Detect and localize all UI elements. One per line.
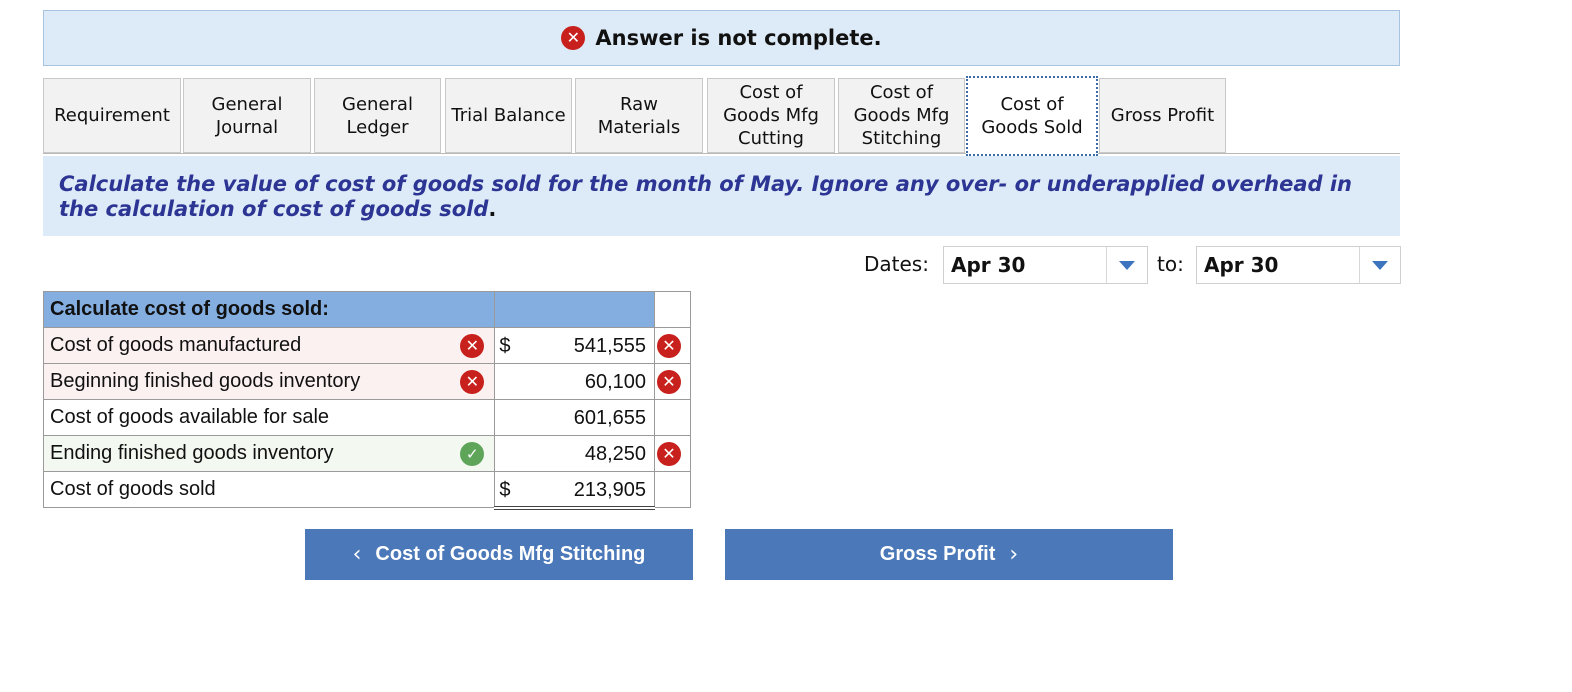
prev-tab-button[interactable]: ‹ Cost of Goods Mfg Stitching <box>305 529 693 580</box>
answer-status-banner: ✕ Answer is not complete. <box>43 10 1400 66</box>
tab-trial-balance[interactable]: Trial Balance <box>445 78 572 153</box>
next-tab-button[interactable]: Gross Profit › <box>725 529 1173 580</box>
amount-value: 60,100 <box>584 371 646 393</box>
tab-gross-profit[interactable]: Gross Profit <box>1099 78 1226 153</box>
row-label-input[interactable]: Cost of goods manufactured ✕ <box>42 327 496 364</box>
amount-input[interactable]: 48,250 <box>494 435 655 472</box>
banner-message: Answer is not complete. <box>595 26 882 50</box>
table-row: Ending finished goods inventory ✓ 48,250… <box>42 435 691 472</box>
tab-cost-of-goods-mfg-cutting[interactable]: Cost of Goods Mfg Cutting <box>707 78 835 153</box>
date-from-select[interactable]: Apr 30 <box>943 246 1148 284</box>
amount-input[interactable]: 60,100 <box>494 363 655 400</box>
date-to-value: Apr 30 <box>1204 253 1279 277</box>
row-label: Cost of goods available for sale <box>50 406 330 428</box>
amount-cell: 601,655 <box>494 399 655 436</box>
table-row: Cost of goods manufactured ✕ $ 541,555 ✕ <box>42 327 691 364</box>
instructions-period: . <box>488 197 497 221</box>
currency-symbol: $ <box>499 479 511 501</box>
prev-tab-label: Cost of Goods Mfg Stitching <box>375 543 646 565</box>
tab-raw-materials[interactable]: Raw Materials <box>575 78 703 153</box>
table-row: Beginning finished goods inventory ✕ 60,… <box>42 363 691 400</box>
chevron-left-icon: ‹ <box>352 542 362 567</box>
table-row: Cost of goods sold $ 213,905 <box>42 471 691 510</box>
cost-of-goods-sold-table: Calculate cost of goods sold: Cost of go… <box>42 291 691 510</box>
table-header-row: Calculate cost of goods sold: <box>42 291 691 328</box>
amount-value: 48,250 <box>584 443 646 465</box>
row-label: Ending finished goods inventory <box>50 442 334 464</box>
tab-requirement[interactable]: Requirement <box>43 78 181 153</box>
date-to-label: to: <box>1157 252 1184 276</box>
amount-input[interactable]: $ 541,555 <box>494 327 655 364</box>
amount-cell: $ 213,905 <box>494 471 655 510</box>
requirement-tabs: Requirement General Journal General Ledg… <box>43 76 1400 156</box>
amount-value: 213,905 <box>573 479 646 501</box>
instructions-panel: Calculate the value of cost of goods sol… <box>43 156 1400 236</box>
date-to-select[interactable]: Apr 30 <box>1196 246 1401 284</box>
next-tab-label: Gross Profit <box>879 543 996 565</box>
row-label: Cost of goods sold <box>50 478 216 500</box>
x-circle-icon: ✕ <box>460 370 485 394</box>
row-label-input[interactable]: Ending finished goods inventory ✓ <box>42 435 496 472</box>
table-header-label: Calculate cost of goods sold: <box>42 291 496 328</box>
x-circle-icon: ✕ <box>561 26 586 50</box>
row-label-input[interactable]: Beginning finished goods inventory ✕ <box>42 363 496 400</box>
amount-value: 601,655 <box>573 407 646 429</box>
row-label: Beginning finished goods inventory <box>50 370 361 392</box>
x-circle-icon: ✕ <box>657 369 681 394</box>
tab-cost-of-goods-sold[interactable]: Cost of Goods Sold <box>966 76 1098 156</box>
table-row: Cost of goods available for sale 601,655 <box>42 399 691 436</box>
tab-general-journal[interactable]: General Journal <box>183 78 311 153</box>
row-label: Cost of goods manufactured <box>50 334 302 356</box>
x-circle-icon: ✕ <box>657 333 681 358</box>
check-circle-icon: ✓ <box>460 442 485 466</box>
currency-symbol: $ <box>499 335 511 357</box>
instructions-text: Calculate the value of cost of goods sol… <box>59 172 1353 221</box>
tab-cost-of-goods-mfg-stitching[interactable]: Cost of Goods Mfg Stitching <box>838 78 965 153</box>
dates-label: Dates: <box>864 252 929 276</box>
amount-value: 541,555 <box>573 335 646 357</box>
chevron-right-icon: › <box>1009 542 1019 567</box>
chevron-down-icon[interactable] <box>1359 247 1400 283</box>
chevron-down-icon[interactable] <box>1106 247 1147 283</box>
tab-general-ledger[interactable]: General Ledger <box>314 78 441 153</box>
date-from-value: Apr 30 <box>951 253 1026 277</box>
x-circle-icon: ✕ <box>657 441 681 466</box>
x-circle-icon: ✕ <box>460 334 485 358</box>
